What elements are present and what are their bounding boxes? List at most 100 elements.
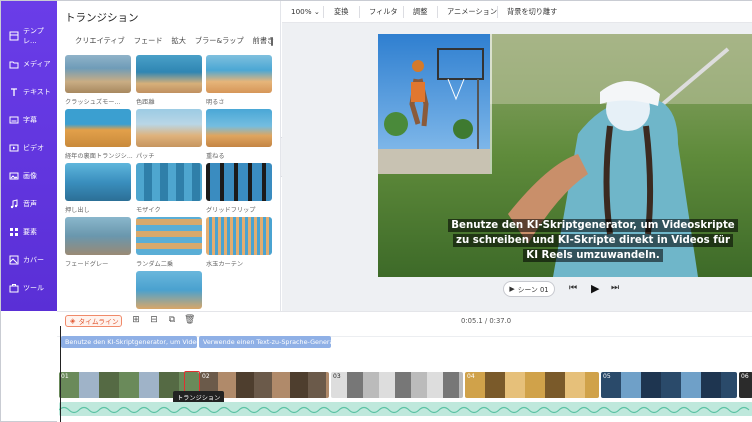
audio-track[interactable] [59,402,752,416]
transition-thumb[interactable] [136,217,202,255]
sidebar-item-label: ツール [23,284,44,292]
transition-label: 明るさ [206,99,225,106]
transition-label: グリッドフリップ [206,207,256,214]
sidebar-item-label: メディア [23,60,51,68]
timecode: 0:05.1 / 0:37.0 [461,317,512,325]
sidebar-item-label: テンプレ... [23,27,44,45]
toolbox-icon [9,283,19,293]
toolbar-animation[interactable]: アニメーション [447,7,497,17]
transition-label: ランダム二乗 [136,261,174,268]
split-icon[interactable]: ⊟ [149,315,159,325]
transition-thumb[interactable] [136,109,202,147]
template-icon [9,31,19,41]
image-icon [9,171,19,181]
playhead[interactable] [60,326,61,422]
transition-thumb[interactable] [206,217,272,255]
category-scrollbar[interactable] [271,37,273,46]
transition-thumb[interactable] [136,163,202,201]
sidebar-item-media[interactable]: メディア [1,51,57,77]
chevron-down-icon: ⌄ [313,7,320,16]
zoom-select[interactable]: 100% ⌄ [291,7,320,16]
sidebar-item-label: ビデオ [23,144,44,152]
music-icon [9,199,19,209]
timeline-panel: ◈ タイムライン ⊞ ⊟ ⧉ 🗑 0:05.1 / 0:37.0 Benutze… [57,311,752,422]
toolbar-filter[interactable]: フィルタ [369,7,398,17]
layers-icon: ◈ [70,317,76,325]
play-icon[interactable]: ▶ [591,282,599,295]
transition-label: 重ねる [206,153,225,160]
divider [497,6,498,18]
sidebar-item-template[interactable]: テンプレ... [1,23,57,49]
transition-thumb[interactable] [65,163,131,201]
app-window: テンプレ... メディア テキスト 字幕 ビデオ 画像 音声 要素 カバー ツー… [0,0,752,422]
transition-thumb[interactable] [65,109,131,147]
playback-controls: ▶ シーン 01 ⏮ ▶ ⏭ [503,281,633,297]
text-clip[interactable]: Benutze den KI-Skriptgenerator, um Video… [61,336,197,348]
sidebar-item-video[interactable]: ビデオ [1,135,57,161]
tab-creative[interactable]: クリエイティブ [75,36,125,46]
transitions-panel: トランジション クリエイティブ フェード 拡大 ブラー&ラップ 前書き クラッシ… [57,1,281,311]
sidebar-item-elements[interactable]: 要素 [1,219,57,245]
timeline-toggle-button[interactable]: ◈ タイムライン [65,315,122,327]
sidebar-item-image[interactable]: 画像 [1,163,57,189]
edit-toolbar: 100% ⌄ 変換 フィルタ 調整 アニメーション 背景を切り離す [282,1,752,23]
sidebar-item-audio[interactable]: 音声 [1,191,57,217]
transition-label: フェードグレー [65,261,109,268]
category-tabs: クリエイティブ フェード 拡大 ブラー&ラップ 前書き [75,36,280,46]
add-scene-icon[interactable]: ⊞ [131,315,141,325]
divider [403,6,404,18]
sidebar-item-text[interactable]: テキスト [1,79,57,105]
toolbar-adjust[interactable]: 調整 [413,7,427,17]
duplicate-icon[interactable]: ⧉ [167,315,177,325]
scene-play-button[interactable]: ▶ シーン 01 [503,281,555,297]
sidebar-item-tools[interactable]: ツール [1,275,57,301]
video-clip[interactable]: 05 [601,372,737,398]
toolbar-remove-background[interactable]: 背景を切り離す [507,7,557,17]
audio-waveform [59,406,750,414]
video-track: 01 02 03 04 05 06 [59,372,752,398]
sidebar-item-cover[interactable]: カバー [1,247,57,273]
transition-thumb[interactable] [206,163,272,201]
transition-thumb[interactable] [136,271,202,309]
sidebar-item-label: 音声 [23,200,37,208]
sidebar-item-label: カバー [23,256,44,264]
transition-label: モザイク [136,207,161,214]
transition-thumb[interactable] [65,217,131,255]
delete-icon[interactable]: 🗑 [184,315,195,325]
video-icon [9,143,19,153]
text-clip[interactable]: Verwende einen Text-zu-Sprache-Generator… [199,336,331,348]
transition-thumb[interactable] [206,55,272,93]
video-clip[interactable]: 06 [739,372,752,398]
skip-back-icon[interactable]: ⏮ [569,283,577,293]
transition-thumb[interactable] [136,55,202,93]
tab-blur-wrap[interactable]: ブラー&ラップ [195,36,244,46]
elements-icon [9,227,19,237]
folder-icon [9,59,19,69]
panel-title: トランジション [65,12,139,24]
preview-stage: Benutze den KI-Skriptgenerator, um Video… [282,23,752,311]
sidebar-item-label: テキスト [23,88,51,96]
divider [359,6,360,18]
tab-zoom[interactable]: 拡大 [172,36,186,46]
video-clip[interactable]: 03 [331,372,463,398]
divider [323,6,324,18]
skip-forward-icon[interactable]: ⏭ [611,283,619,293]
transition-label: パッチ [136,153,155,160]
play-icon: ▶ [509,285,515,293]
video-clip[interactable]: 04 [465,372,599,398]
toolbar-transform[interactable]: 変換 [334,7,348,17]
preview-caption[interactable]: Benutze den KI-Skriptgenerator, um Video… [448,218,738,263]
video-preview[interactable]: Benutze den KI-Skriptgenerator, um Video… [378,34,752,277]
subtitle-icon [9,115,19,125]
sidebar-item-subtitle[interactable]: 字幕 [1,107,57,133]
transition-label: 水玉カーテン [206,261,244,268]
tab-fade[interactable]: フェード [134,36,163,46]
transition-label: クラッシュズモー... [65,99,121,106]
text-icon [9,87,19,97]
transition-label: 経年の裏面トランジシ... [65,153,133,160]
transition-thumb[interactable] [206,109,272,147]
transition-label: 色距離 [136,99,155,106]
sidebar-item-label: 画像 [23,172,37,180]
transition-thumb[interactable] [65,55,131,93]
sidebar-item-label: 要素 [23,228,37,236]
